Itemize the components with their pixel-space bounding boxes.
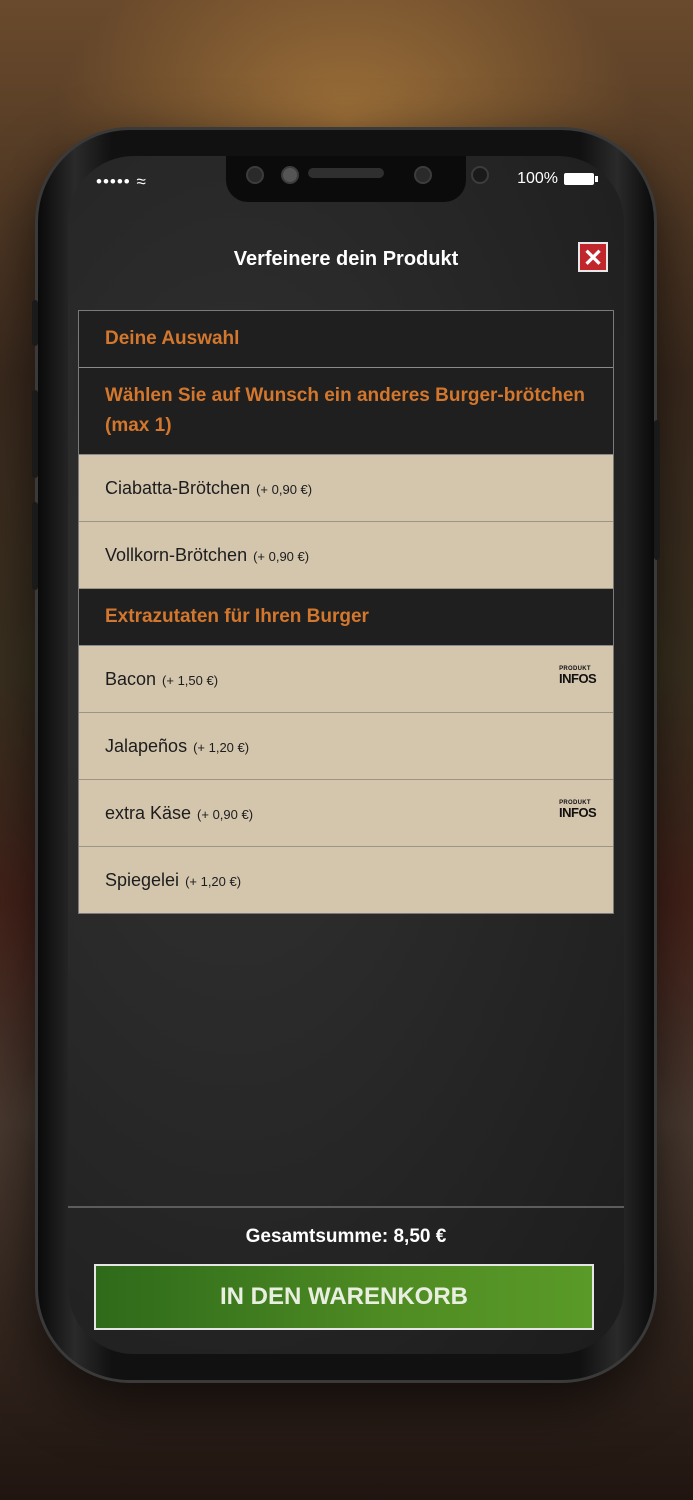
speaker-grille (308, 168, 384, 178)
battery-percent: 100% (517, 170, 558, 187)
option-name: Bacon (105, 668, 157, 689)
wifi-icon: ≈ (136, 172, 147, 191)
section-header-bun: Wählen Sie auf Wunsch ein anderes Burger… (79, 368, 613, 455)
modal-title: Verfeinere dein Produkt (233, 248, 459, 270)
volume-up-button (32, 390, 38, 478)
option-bacon[interactable]: Bacon (+ 1,50 €) PRODUKT INFOS (79, 646, 613, 713)
option-extra-kaese[interactable]: extra Käse (+ 0,90 €) PRODUKT INFOS (79, 780, 613, 847)
option-name: Spiegelei (105, 869, 180, 890)
option-ciabatta[interactable]: Ciabatta-Brötchen (+ 0,90 €) (79, 455, 613, 522)
info-label-bottom: INFOS (559, 671, 597, 686)
total-amount: Gesamtsumme: 8,50 € (245, 1226, 447, 1247)
section-title: Wählen Sie auf Wunsch ein anderes Burger… (105, 385, 586, 436)
sensor-icon (414, 166, 432, 184)
option-list: Deine Auswahl Wählen Sie auf Wunsch ein … (78, 310, 614, 914)
side-button (32, 300, 38, 346)
close-button[interactable]: ✕ (578, 242, 608, 272)
signal-wifi-indicator: ••••• ≈ (96, 172, 147, 192)
option-price: (+ 1,20 €) (193, 740, 250, 755)
power-button (654, 420, 660, 560)
option-jalapenos[interactable]: Jalapeños (+ 1,20 €) (79, 713, 613, 780)
battery-indicator: 100% (517, 170, 598, 188)
phone-frame: ••••• ≈ 100% Verfeinere dein Produkt ✕ D… (32, 130, 660, 1380)
footer-divider (68, 1206, 624, 1208)
signal-dots: ••••• (96, 172, 137, 191)
option-price: (+ 1,50 €) (162, 673, 219, 688)
option-price: (+ 0,90 €) (253, 549, 310, 564)
sensor-icon (471, 166, 489, 184)
section-header-selection: Deine Auswahl (79, 311, 613, 368)
option-spiegelei[interactable]: Spiegelei (+ 1,20 €) (79, 847, 613, 913)
camera-icon (246, 166, 264, 184)
option-name: extra Käse (105, 802, 192, 823)
volume-down-button (32, 502, 38, 590)
screen: ••••• ≈ 100% Verfeinere dein Produkt ✕ D… (68, 156, 624, 1354)
option-price: (+ 1,20 €) (185, 874, 242, 889)
option-vollkorn[interactable]: Vollkorn-Brötchen (+ 0,90 €) (79, 522, 613, 589)
product-info-icon[interactable]: PRODUKT INFOS (559, 800, 597, 820)
battery-icon (564, 173, 598, 185)
notch (226, 156, 489, 202)
option-name: Ciabatta-Brötchen (105, 477, 251, 498)
option-price: (+ 0,90 €) (197, 807, 254, 822)
info-label-bottom: INFOS (559, 805, 597, 820)
product-info-icon[interactable]: PRODUKT INFOS (559, 666, 597, 686)
option-name: Jalapeños (105, 735, 188, 756)
add-to-cart-button[interactable]: IN DEN WARENKORB (94, 1264, 594, 1330)
sensor-icon (281, 166, 299, 184)
option-price: (+ 0,90 €) (256, 482, 313, 497)
option-name: Vollkorn-Brötchen (105, 544, 248, 565)
section-header-extras: Extrazutaten für Ihren Burger (79, 589, 613, 646)
